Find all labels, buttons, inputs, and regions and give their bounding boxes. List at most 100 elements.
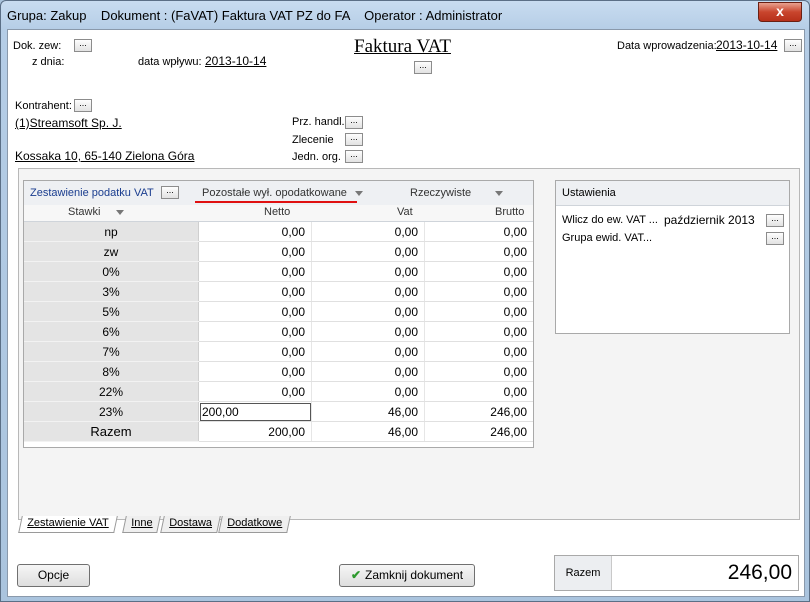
brutto-cell[interactable]: 0,00 [424,241,533,262]
table-row: 0% 0,00 0,00 0,00 [24,261,533,282]
data-wplywu-value[interactable]: 2013-10-14 [205,54,266,68]
netto-cell[interactable]: 0,00 [198,381,312,402]
settings-title: Ustawienia [562,187,616,199]
brutto-cell[interactable]: 246,00 [424,401,533,422]
tab-label: Zestawienie VAT [27,517,109,529]
filter-dropdown-2[interactable]: Rzeczywiste [410,187,504,199]
filter-dropdown-2-label: Rzeczywiste [410,187,472,199]
column-header-netto[interactable]: Netto [264,206,290,218]
netto-cell-editing[interactable]: 200,00 [198,401,312,422]
kontrahent-address[interactable]: Kossaka 10, 65-140 Zielona Góra [15,149,194,163]
brutto-cell[interactable]: 0,00 [424,281,533,302]
column-header-stawki-label: Stawki [68,206,101,218]
vat-table: np 0,00 0,00 0,00 zw 0,00 0,00 0,00 0% 0,00 0,00… [24,222,533,442]
zlecenie-label: Zlecenie [292,134,334,146]
table-row: 8% 0,00 0,00 0,00 [24,361,533,382]
kontrahent-name[interactable]: (1)Streamsoft Sp. J. [15,116,122,130]
netto-cell[interactable]: 0,00 [198,241,312,262]
rate-cell: zw [24,241,199,262]
vat-cell[interactable]: 0,00 [311,261,425,282]
brutto-cell[interactable]: 0,00 [424,222,533,242]
brutto-cell[interactable]: 0,00 [424,341,533,362]
netto-cell[interactable]: 0,00 [198,301,312,322]
tab-inne[interactable]: Inne [122,516,162,533]
chevron-down-icon [116,209,125,215]
zlecenie-button[interactable]: ... [345,133,363,146]
column-header-brutto[interactable]: Brutto [495,206,524,218]
rate-cell: 5% [24,301,199,322]
vat-cell[interactable]: 0,00 [311,301,425,322]
netto-cell[interactable]: 0,00 [198,281,312,302]
vat-cell[interactable]: 0,00 [311,241,425,262]
grupa-ewid-button[interactable]: ... [766,232,784,245]
rate-cell: 3% [24,281,199,302]
table-row: np 0,00 0,00 0,00 [24,222,533,242]
brutto-cell: 246,00 [424,421,533,442]
filter-dropdown-1[interactable]: Pozostałe wył. opodatkowane [202,187,363,199]
jedn-org-label: Jedn. org. [292,151,341,163]
column-header-vat[interactable]: Vat [397,206,413,218]
prz-handl-button[interactable]: ... [345,116,363,129]
tab-dostawa[interactable]: Dostawa [160,516,221,533]
jedn-org-button[interactable]: ... [345,150,363,163]
razem-label: Razem [555,556,612,590]
tab-bar: Zestawienie VAT Inne Dostawa Dodatkowe [18,516,618,534]
z-dnia-label: z dnia: [32,56,65,68]
table-row: 23% 200,00 46,00 246,00 [24,401,533,422]
kontrahent-button[interactable]: ... [74,99,92,112]
document-form: Dok. zew: ... z dnia: data wpływu: 2013-… [7,29,805,597]
doc-title-button[interactable]: ... [414,61,432,74]
tab-label: Dostawa [169,517,213,529]
dok-zew-button[interactable]: ... [74,39,92,52]
table-row-total: Razem 200,00 46,00 246,00 [24,421,533,442]
data-wplywu-label: data wpływu: [138,56,202,68]
wlicz-button[interactable]: ... [766,214,784,227]
rate-cell: 23% [24,401,199,422]
table-row: 7% 0,00 0,00 0,00 [24,341,533,362]
close-button[interactable]: x [758,2,802,22]
netto-cell[interactable]: 0,00 [198,361,312,382]
data-wprowadzenia-value[interactable]: 2013-10-14 [716,38,777,52]
kontrahent-label: Kontrahent: [15,100,72,112]
vat-cell[interactable]: 0,00 [311,222,425,242]
tab-label: Inne [131,517,153,529]
netto-cell[interactable]: 0,00 [198,261,312,282]
brutto-cell[interactable]: 0,00 [424,261,533,282]
window-title: Grupa: Zakup Dokument : (FaVAT) Faktura … [7,8,503,23]
rate-cell: 8% [24,361,199,382]
vat-cell[interactable]: 0,00 [311,381,425,402]
filter-dropdown-1-label: Pozostałe wył. opodatkowane [202,187,347,199]
dok-zew-label: Dok. zew: [13,40,62,52]
vat-cell[interactable]: 46,00 [311,401,425,422]
red-underline [195,201,357,203]
vat-column-headers: Stawki Netto Vat Brutto [24,205,533,222]
zamknij-dokument-button[interactable]: ✔ Zamknij dokument [339,564,475,587]
table-row: 22% 0,00 0,00 0,00 [24,381,533,402]
netto-cell[interactable]: 0,00 [198,321,312,342]
vat-grid-button[interactable]: ... [161,186,179,199]
column-header-stawki[interactable]: Stawki [68,206,125,218]
tab-zestawienie-vat[interactable]: Zestawienie VAT [18,516,118,533]
netto-cell[interactable]: 0,00 [198,222,312,242]
tab-dodatkowe[interactable]: Dodatkowe [218,516,291,533]
brutto-cell[interactable]: 0,00 [424,301,533,322]
zamknij-dokument-label: Zamknij dokument [365,568,464,582]
vat-cell[interactable]: 0,00 [311,281,425,302]
brutto-cell[interactable]: 0,00 [424,321,533,342]
netto-cell[interactable]: 0,00 [198,341,312,362]
data-wprowadzenia-button[interactable]: ... [784,39,802,52]
data-wprowadzenia-label: Data wprowadzenia: [617,40,717,52]
tab-label: Dodatkowe [227,517,283,529]
brutto-cell[interactable]: 0,00 [424,381,533,402]
brutto-cell[interactable]: 0,00 [424,361,533,382]
vat-cell: 46,00 [311,421,425,442]
table-row: 5% 0,00 0,00 0,00 [24,301,533,322]
window: Grupa: Zakup Dokument : (FaVAT) Faktura … [0,0,810,602]
rate-cell: 7% [24,341,199,362]
title-bar[interactable]: Grupa: Zakup Dokument : (FaVAT) Faktura … [1,1,809,29]
opcje-button[interactable]: Opcje [17,564,90,587]
wlicz-value: październik 2013 [664,213,755,227]
vat-cell[interactable]: 0,00 [311,361,425,382]
vat-cell[interactable]: 0,00 [311,341,425,362]
vat-cell[interactable]: 0,00 [311,321,425,342]
